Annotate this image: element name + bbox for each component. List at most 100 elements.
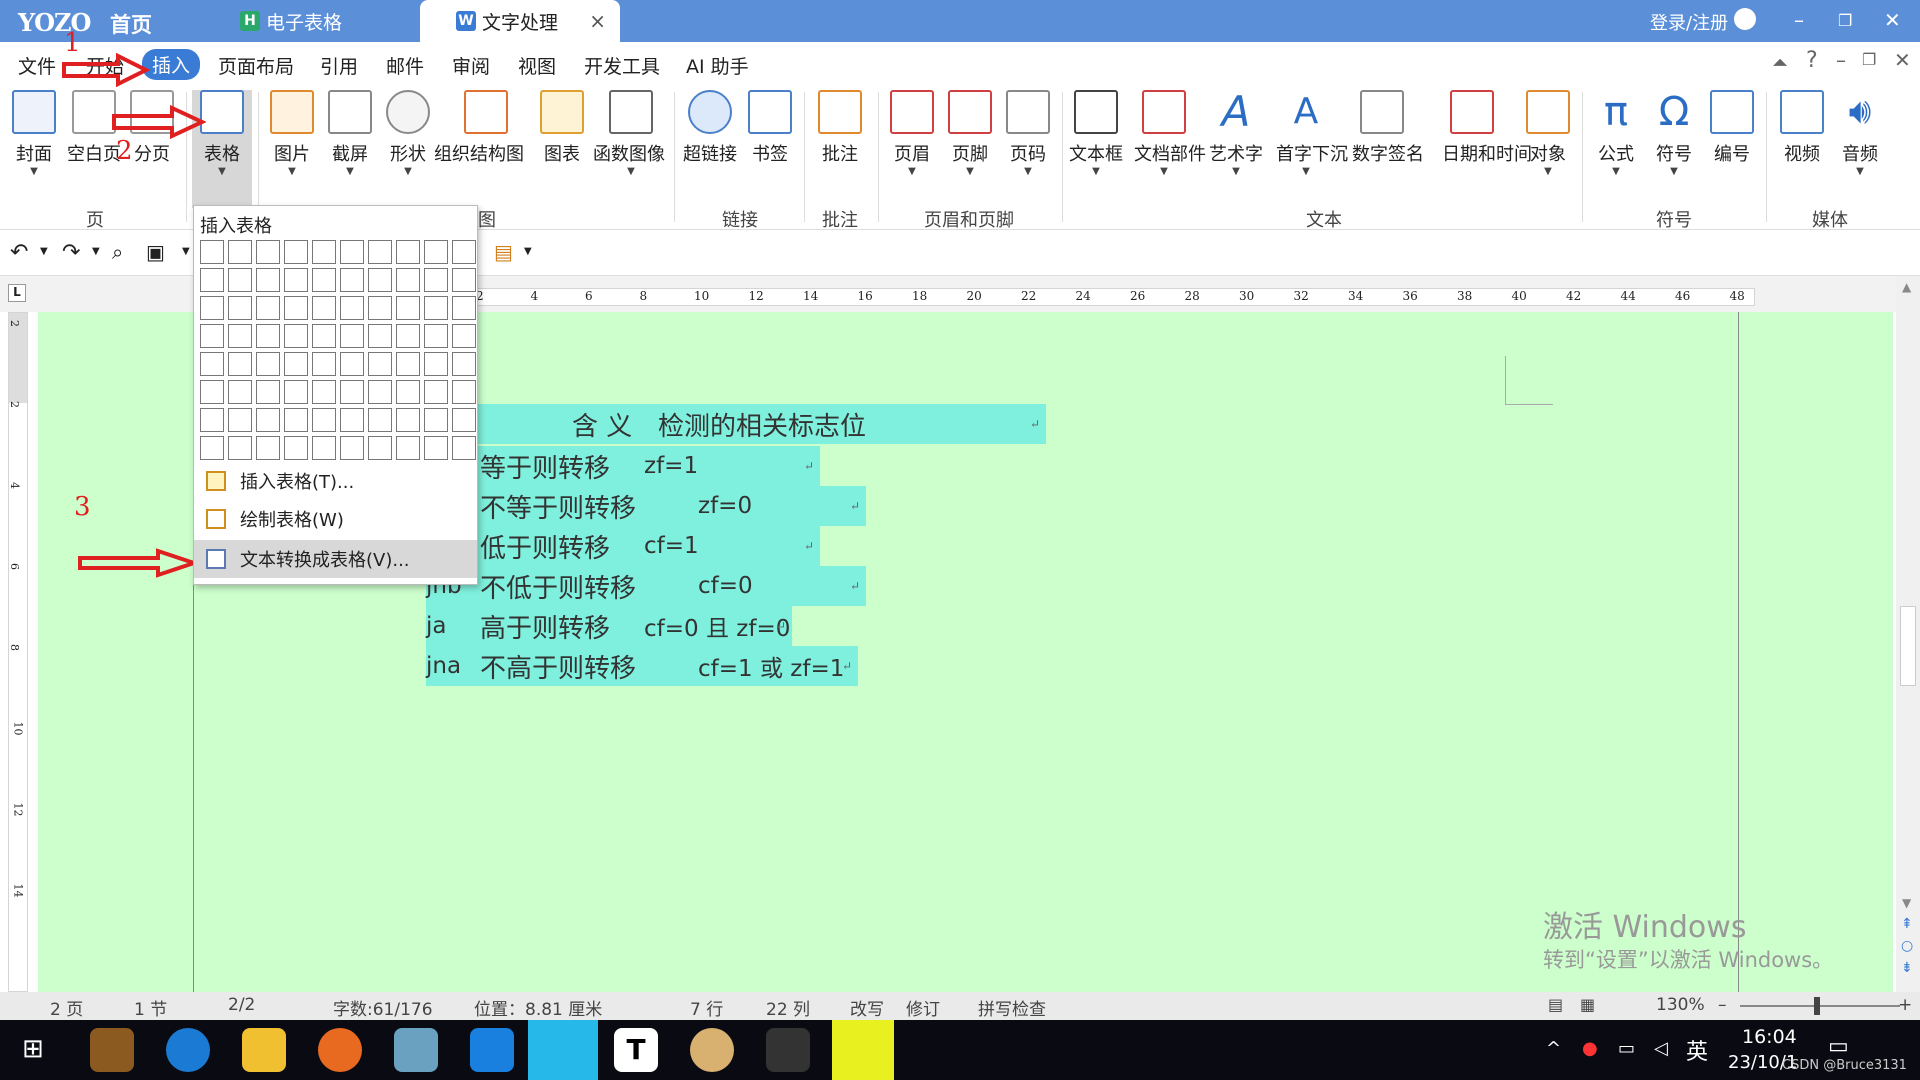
text-line[interactable]: 低于则转移 cf=1 ↵ <box>426 526 820 566</box>
table-grid-cell[interactable] <box>396 436 420 460</box>
table-grid-cell[interactable] <box>368 352 392 376</box>
function-graph-button[interactable]: 函数图像 ▼ <box>593 90 665 177</box>
text-line[interactable]: 等于则转移 zf=1 ↵ <box>426 446 820 486</box>
tab-spreadsheet[interactable]: H 电子表格 <box>240 0 342 42</box>
menu-ai-assistant[interactable]: AI 助手 <box>686 52 749 79</box>
table-grid-cell[interactable] <box>396 380 420 404</box>
hyperlink-button[interactable]: 超链接 <box>680 90 740 166</box>
table-grid-cell[interactable] <box>228 268 252 292</box>
clock-time[interactable]: 16:04 <box>1742 1026 1797 1048</box>
text-line[interactable]: jnb 不低于则转移 cf=0 ↵ <box>426 566 866 606</box>
dosbox-app-icon[interactable] <box>90 1028 134 1072</box>
table-grid-cell[interactable] <box>256 324 280 348</box>
table-grid-cell[interactable] <box>200 268 224 292</box>
table-grid-cell[interactable] <box>452 408 476 432</box>
footer-button[interactable]: 页脚 ▼ <box>940 90 1000 177</box>
minimize-icon[interactable]: – <box>1794 8 1804 32</box>
table-grid-cell[interactable] <box>228 408 252 432</box>
table-grid-cell[interactable] <box>312 268 336 292</box>
table-grid-cell[interactable] <box>200 296 224 320</box>
yozo-office-taskbar-icon[interactable] <box>528 1020 598 1080</box>
table-grid-cell[interactable] <box>228 240 252 264</box>
table-grid-cell[interactable] <box>284 436 308 460</box>
customize-caret-icon[interactable]: ▼ <box>182 246 190 257</box>
table-grid-cell[interactable] <box>368 240 392 264</box>
doc-minimize-icon[interactable]: – <box>1836 48 1846 72</box>
zoom-slider[interactable] <box>1740 1005 1900 1007</box>
table-grid-cell[interactable] <box>256 240 280 264</box>
drop-cap-button[interactable]: A 首字下沉 ▼ <box>1276 90 1348 177</box>
paste-caret-icon[interactable]: ▼ <box>524 246 532 257</box>
redo-icon[interactable]: ↷ <box>62 240 80 265</box>
zoom-in-icon[interactable]: + <box>1898 995 1912 1015</box>
table-grid-cell[interactable] <box>312 380 336 404</box>
table-grid-cell[interactable] <box>452 296 476 320</box>
video-button[interactable]: 视频 <box>1772 90 1832 166</box>
doge-app-icon[interactable] <box>690 1028 734 1072</box>
scroll-thumb[interactable] <box>1900 606 1916 686</box>
file-explorer-icon[interactable] <box>242 1028 286 1072</box>
scroll-up-icon[interactable]: ▲ <box>1902 280 1911 294</box>
table-grid-cell[interactable] <box>452 380 476 404</box>
user-avatar-icon[interactable] <box>1734 8 1756 30</box>
table-grid-cell[interactable] <box>452 352 476 376</box>
close-window-icon[interactable]: ✕ <box>1884 8 1901 32</box>
table-grid-cell[interactable] <box>452 268 476 292</box>
table-grid-cell[interactable] <box>424 240 448 264</box>
date-time-button[interactable]: 日期和时间 <box>1442 90 1532 166</box>
browse-object-icon[interactable]: ○ <box>1901 938 1913 954</box>
help-icon[interactable]: ? <box>1806 48 1818 73</box>
table-grid-cell[interactable] <box>396 268 420 292</box>
table-grid-cell[interactable] <box>228 380 252 404</box>
paste-icon[interactable]: ▤ <box>494 240 513 264</box>
network-icon[interactable]: ▭ <box>1618 1038 1635 1059</box>
qq-penguin-icon[interactable] <box>766 1028 810 1072</box>
picture-button[interactable]: 图片 ▼ <box>262 90 322 177</box>
status-word-count[interactable]: 字数:61/176 <box>333 995 433 1020</box>
digital-signature-button[interactable]: 数字签名 <box>1352 90 1424 166</box>
table-grid-cell[interactable] <box>228 324 252 348</box>
table-grid-cell[interactable] <box>228 296 252 320</box>
table-grid-cell[interactable] <box>284 380 308 404</box>
vertical-scrollbar[interactable]: ▲ ▼ ⇞ ○ ⇟ <box>1896 276 1920 992</box>
table-grid-cell[interactable] <box>256 408 280 432</box>
object-button[interactable]: 对象 ▼ <box>1518 90 1578 177</box>
vertical-ruler[interactable]: 2 2 4 6 8 10 12 14 <box>8 312 28 992</box>
table-size-grid[interactable] <box>200 240 476 460</box>
org-chart-button[interactable]: 组织结构图 <box>434 90 524 166</box>
text-line[interactable]: ja 高于则转移 cf=0 且 zf=0 ↵ <box>426 606 792 646</box>
tab-stop-icon[interactable]: L <box>8 284 26 302</box>
input-language-indicator[interactable]: 英 <box>1686 1034 1708 1066</box>
scroll-down-icon[interactable]: ▼ <box>1902 896 1911 910</box>
print-preview-icon[interactable]: ⌕ <box>112 240 123 264</box>
table-grid-cell[interactable] <box>284 352 308 376</box>
table-grid-cell[interactable] <box>340 296 364 320</box>
table-grid-cell[interactable] <box>340 408 364 432</box>
table-grid-cell[interactable] <box>284 240 308 264</box>
bookmark-button[interactable]: 书签 <box>740 90 800 166</box>
table-grid-cell[interactable] <box>256 268 280 292</box>
zoom-level[interactable]: 130% <box>1656 995 1705 1015</box>
table-grid-cell[interactable] <box>340 240 364 264</box>
firefox-icon[interactable] <box>318 1028 362 1072</box>
tab-close-icon[interactable]: × <box>589 9 606 33</box>
table-grid-cell[interactable] <box>200 324 224 348</box>
table-grid-cell[interactable] <box>228 436 252 460</box>
zoom-slider-thumb[interactable] <box>1814 997 1820 1015</box>
header-button[interactable]: 页眉 ▼ <box>882 90 942 177</box>
table-grid-cell[interactable] <box>312 324 336 348</box>
table-grid-cell[interactable] <box>368 324 392 348</box>
table-grid-cell[interactable] <box>452 240 476 264</box>
table-grid-cell[interactable] <box>256 352 280 376</box>
camera-app-icon[interactable] <box>832 1020 894 1080</box>
table-grid-cell[interactable] <box>340 380 364 404</box>
symbol-button[interactable]: Ω 符号 ▼ <box>1644 90 1704 177</box>
windows-start-icon[interactable]: ⊞ <box>22 1034 44 1064</box>
tray-app-icon[interactable]: ● <box>1582 1038 1598 1059</box>
status-overwrite[interactable]: 改写 <box>850 995 884 1020</box>
volume-icon[interactable]: ◁ <box>1654 1038 1668 1059</box>
app-icon-6[interactable] <box>470 1028 514 1072</box>
status-revise[interactable]: 修订 <box>906 995 940 1020</box>
table-grid-cell[interactable] <box>312 296 336 320</box>
menu-view[interactable]: 视图 <box>518 52 556 79</box>
